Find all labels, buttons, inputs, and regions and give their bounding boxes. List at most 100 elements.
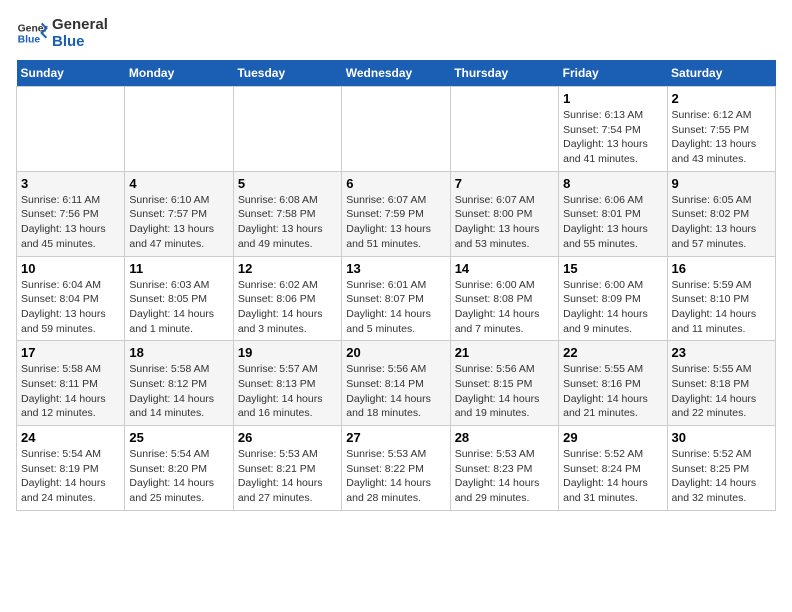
logo: General Blue General Blue — [16, 16, 108, 50]
day-info: Sunrise: 6:13 AM Sunset: 7:54 PM Dayligh… — [563, 108, 662, 167]
day-cell — [125, 87, 233, 172]
day-info: Sunrise: 6:11 AM Sunset: 7:56 PM Dayligh… — [21, 193, 120, 252]
header-monday: Monday — [125, 60, 233, 87]
day-number: 29 — [563, 430, 662, 445]
header-thursday: Thursday — [450, 60, 558, 87]
day-number: 11 — [129, 261, 228, 276]
day-number: 2 — [672, 91, 771, 106]
day-number: 9 — [672, 176, 771, 191]
day-cell: 6 Sunrise: 6:07 AM Sunset: 7:59 PM Daylig… — [342, 171, 450, 256]
day-number: 22 — [563, 345, 662, 360]
day-cell: 8 Sunrise: 6:06 AM Sunset: 8:01 PM Daylig… — [559, 171, 667, 256]
day-info: Sunrise: 5:55 AM Sunset: 8:16 PM Dayligh… — [563, 362, 662, 421]
day-info: Sunrise: 5:59 AM Sunset: 8:10 PM Dayligh… — [672, 278, 771, 337]
day-info: Sunrise: 5:52 AM Sunset: 8:25 PM Dayligh… — [672, 447, 771, 506]
day-cell: 11 Sunrise: 6:03 AM Sunset: 8:05 PM Dayli… — [125, 256, 233, 341]
day-cell: 17Sunrise: 5:58 AM Sunset: 8:11 PM Dayli… — [17, 341, 125, 426]
day-info: Sunrise: 6:08 AM Sunset: 7:58 PM Dayligh… — [238, 193, 337, 252]
week-row-4: 17Sunrise: 5:58 AM Sunset: 8:11 PM Dayli… — [17, 341, 776, 426]
day-info: Sunrise: 5:56 AM Sunset: 8:14 PM Dayligh… — [346, 362, 445, 421]
day-info: Sunrise: 5:57 AM Sunset: 8:13 PM Dayligh… — [238, 362, 337, 421]
day-cell: 21 Sunrise: 5:56 AM Sunset: 8:15 PM Dayli… — [450, 341, 558, 426]
day-number: 20 — [346, 345, 445, 360]
day-number: 17 — [21, 345, 120, 360]
day-number: 8 — [563, 176, 662, 191]
day-info: Sunrise: 6:02 AM Sunset: 8:06 PM Dayligh… — [238, 278, 337, 337]
day-number: 26 — [238, 430, 337, 445]
header-friday: Friday — [559, 60, 667, 87]
day-cell: 20 Sunrise: 5:56 AM Sunset: 8:14 PM Dayli… — [342, 341, 450, 426]
day-number: 3 — [21, 176, 120, 191]
day-info: Sunrise: 6:05 AM Sunset: 8:02 PM Dayligh… — [672, 193, 771, 252]
day-cell: 14 Sunrise: 6:00 AM Sunset: 8:08 PM Dayli… — [450, 256, 558, 341]
day-number: 7 — [455, 176, 554, 191]
logo-icon: General Blue — [16, 17, 48, 49]
day-info: Sunrise: 5:56 AM Sunset: 8:15 PM Dayligh… — [455, 362, 554, 421]
day-number: 6 — [346, 176, 445, 191]
day-cell: 27 Sunrise: 5:53 AM Sunset: 8:22 PM Dayli… — [342, 426, 450, 511]
logo-general: General — [52, 16, 108, 33]
day-info: Sunrise: 6:10 AM Sunset: 7:57 PM Dayligh… — [129, 193, 228, 252]
day-info: Sunrise: 6:00 AM Sunset: 8:08 PM Dayligh… — [455, 278, 554, 337]
day-cell: 23 Sunrise: 5:55 AM Sunset: 8:18 PM Dayli… — [667, 341, 775, 426]
day-info: Sunrise: 6:00 AM Sunset: 8:09 PM Dayligh… — [563, 278, 662, 337]
day-cell: 12 Sunrise: 6:02 AM Sunset: 8:06 PM Dayli… — [233, 256, 341, 341]
day-number: 25 — [129, 430, 228, 445]
week-row-1: 1 Sunrise: 6:13 AM Sunset: 7:54 PM Daylig… — [17, 87, 776, 172]
day-info: Sunrise: 5:53 AM Sunset: 8:22 PM Dayligh… — [346, 447, 445, 506]
day-info: Sunrise: 5:54 AM Sunset: 8:19 PM Dayligh… — [21, 447, 120, 506]
day-info: Sunrise: 6:01 AM Sunset: 8:07 PM Dayligh… — [346, 278, 445, 337]
day-info: Sunrise: 6:06 AM Sunset: 8:01 PM Dayligh… — [563, 193, 662, 252]
day-number: 30 — [672, 430, 771, 445]
day-cell: 2 Sunrise: 6:12 AM Sunset: 7:55 PM Daylig… — [667, 87, 775, 172]
logo-blue: Blue — [52, 33, 108, 50]
day-cell — [17, 87, 125, 172]
day-cell: 13 Sunrise: 6:01 AM Sunset: 8:07 PM Dayli… — [342, 256, 450, 341]
day-info: Sunrise: 5:54 AM Sunset: 8:20 PM Dayligh… — [129, 447, 228, 506]
day-info: Sunrise: 5:53 AM Sunset: 8:23 PM Dayligh… — [455, 447, 554, 506]
day-number: 24 — [21, 430, 120, 445]
week-row-3: 10 Sunrise: 6:04 AM Sunset: 8:04 PM Dayli… — [17, 256, 776, 341]
calendar-table: SundayMondayTuesdayWednesdayThursdayFrid… — [16, 60, 776, 511]
day-number: 12 — [238, 261, 337, 276]
day-number: 1 — [563, 91, 662, 106]
day-cell: 29 Sunrise: 5:52 AM Sunset: 8:24 PM Dayli… — [559, 426, 667, 511]
day-cell: 15 Sunrise: 6:00 AM Sunset: 8:09 PM Dayli… — [559, 256, 667, 341]
day-cell — [233, 87, 341, 172]
day-cell: 22 Sunrise: 5:55 AM Sunset: 8:16 PM Dayli… — [559, 341, 667, 426]
day-cell: 7 Sunrise: 6:07 AM Sunset: 8:00 PM Daylig… — [450, 171, 558, 256]
day-number: 14 — [455, 261, 554, 276]
header-sunday: Sunday — [17, 60, 125, 87]
day-cell: 18Sunrise: 5:58 AM Sunset: 8:12 PM Dayli… — [125, 341, 233, 426]
day-info: Sunrise: 5:52 AM Sunset: 8:24 PM Dayligh… — [563, 447, 662, 506]
day-cell: 10 Sunrise: 6:04 AM Sunset: 8:04 PM Dayli… — [17, 256, 125, 341]
calendar-header-row: SundayMondayTuesdayWednesdayThursdayFrid… — [17, 60, 776, 87]
day-number: 19 — [238, 345, 337, 360]
day-info: Sunrise: 6:12 AM Sunset: 7:55 PM Dayligh… — [672, 108, 771, 167]
day-cell: 26Sunrise: 5:53 AM Sunset: 8:21 PM Dayli… — [233, 426, 341, 511]
day-info: Sunrise: 6:07 AM Sunset: 8:00 PM Dayligh… — [455, 193, 554, 252]
day-number: 4 — [129, 176, 228, 191]
day-number: 27 — [346, 430, 445, 445]
week-row-2: 3 Sunrise: 6:11 AM Sunset: 7:56 PM Daylig… — [17, 171, 776, 256]
day-info: Sunrise: 5:55 AM Sunset: 8:18 PM Dayligh… — [672, 362, 771, 421]
day-number: 15 — [563, 261, 662, 276]
day-cell: 24 Sunrise: 5:54 AM Sunset: 8:19 PM Dayli… — [17, 426, 125, 511]
svg-text:Blue: Blue — [18, 35, 41, 46]
day-cell — [450, 87, 558, 172]
header: General Blue General Blue — [16, 16, 776, 50]
day-info: Sunrise: 6:03 AM Sunset: 8:05 PM Dayligh… — [129, 278, 228, 337]
day-info: Sunrise: 6:04 AM Sunset: 8:04 PM Dayligh… — [21, 278, 120, 337]
day-cell: 9 Sunrise: 6:05 AM Sunset: 8:02 PM Daylig… — [667, 171, 775, 256]
day-number: 10 — [21, 261, 120, 276]
day-number: 21 — [455, 345, 554, 360]
day-number: 5 — [238, 176, 337, 191]
day-cell — [342, 87, 450, 172]
header-tuesday: Tuesday — [233, 60, 341, 87]
day-info: Sunrise: 5:58 AM Sunset: 8:12 PM Dayligh… — [129, 362, 228, 421]
day-info: Sunrise: 6:07 AM Sunset: 7:59 PM Dayligh… — [346, 193, 445, 252]
day-cell: 4 Sunrise: 6:10 AM Sunset: 7:57 PM Daylig… — [125, 171, 233, 256]
day-number: 16 — [672, 261, 771, 276]
day-number: 13 — [346, 261, 445, 276]
day-number: 23 — [672, 345, 771, 360]
